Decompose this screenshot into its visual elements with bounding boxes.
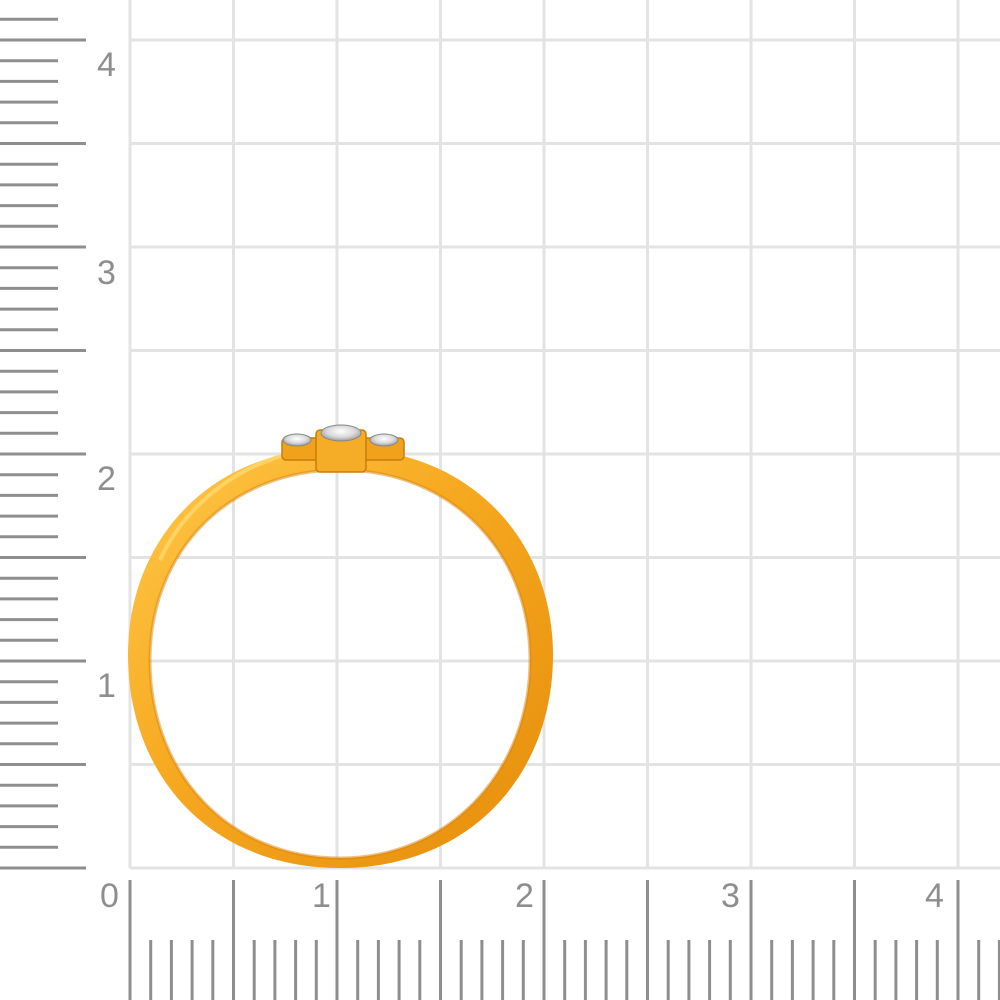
left-ruler xyxy=(0,17,86,870)
ring-inner-shadow xyxy=(148,468,532,860)
center-stone-icon xyxy=(320,424,362,442)
x-label-3: 3 xyxy=(721,877,740,915)
left-stone-icon xyxy=(282,433,312,447)
y-label-3: 3 xyxy=(97,254,116,292)
x-label-2: 2 xyxy=(515,877,534,915)
jewelry-photo-canvas: 1 2 3 4 0 1 2 3 4 xyxy=(0,0,1000,1000)
measurement-grid xyxy=(128,0,1000,870)
x-label-4: 4 xyxy=(925,877,944,915)
bottom-ruler xyxy=(128,880,1000,1000)
y-label-2: 2 xyxy=(97,460,116,498)
y-label-4: 4 xyxy=(97,46,116,84)
gold-ring xyxy=(128,448,553,868)
x-label-1: 1 xyxy=(312,877,331,915)
y-label-1: 1 xyxy=(97,667,116,705)
x-label-0: 0 xyxy=(100,877,119,915)
right-stone-icon xyxy=(369,433,399,447)
